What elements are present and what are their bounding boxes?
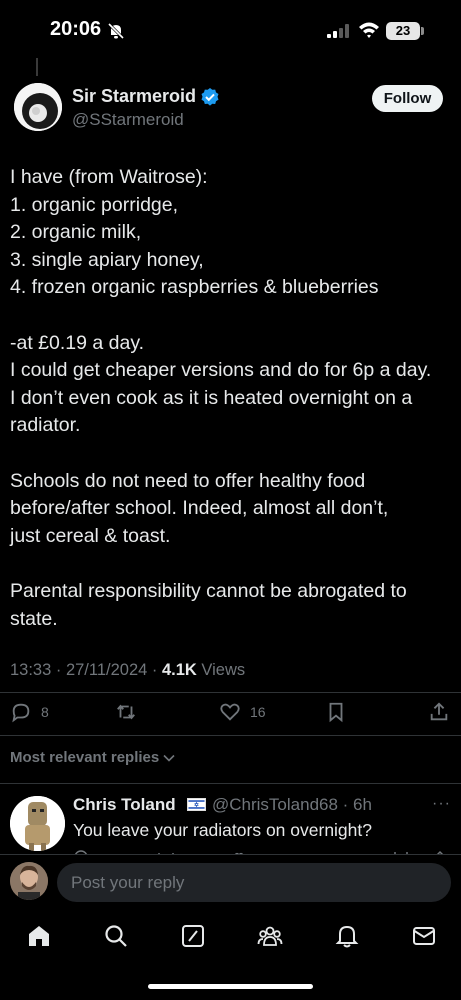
avatar-image bbox=[14, 83, 62, 131]
messages-icon[interactable] bbox=[411, 923, 437, 949]
tweet-line: Parental responsibility cannot be abroga… bbox=[10, 579, 407, 602]
reply-avatar-image bbox=[10, 796, 65, 851]
reply-icon bbox=[12, 703, 30, 723]
bookmark-action-button[interactable] bbox=[325, 700, 347, 724]
tweet-line: 3. single apiary honey, bbox=[10, 248, 204, 271]
status-bar: 20:06 23 bbox=[0, 0, 461, 60]
tweet-line: I don’t even cook as it is heated overni… bbox=[10, 386, 413, 409]
my-avatar-image bbox=[10, 862, 48, 900]
communities-icon[interactable] bbox=[257, 923, 283, 949]
tweet-line: I could get cheaper versions and do for … bbox=[10, 359, 432, 382]
tweet-line: before/after school. Indeed, almost all … bbox=[10, 497, 389, 520]
divider bbox=[0, 735, 461, 736]
tweet-line: state. bbox=[10, 607, 58, 630]
tweet-line bbox=[10, 302, 455, 330]
my-avatar[interactable] bbox=[10, 862, 48, 900]
heart-icon bbox=[220, 703, 240, 721]
tweet-line: 1. organic porridge, bbox=[10, 193, 179, 216]
replies-sort-label: Most relevant replies bbox=[10, 749, 160, 766]
like-count: 16 bbox=[250, 704, 266, 720]
tweet-line bbox=[10, 440, 455, 468]
author-handle[interactable]: @SStarmeroid bbox=[72, 110, 184, 130]
chevron-down-icon bbox=[163, 754, 175, 762]
verified-badge-icon[interactable] bbox=[200, 87, 220, 107]
signal-icon bbox=[327, 24, 349, 38]
tweet-meta: 13:33 · 27/11/2024 · 4.1K Views bbox=[10, 661, 245, 680]
thread-connector bbox=[36, 58, 38, 76]
repost-action-button[interactable] bbox=[115, 700, 146, 724]
tweet-line: just cereal & toast. bbox=[10, 524, 171, 547]
repost-icon bbox=[117, 704, 135, 720]
more-options-icon[interactable]: ··· bbox=[432, 795, 451, 813]
tweet-line: Schools do not need to offer healthy foo… bbox=[10, 469, 366, 492]
reply-author-name[interactable]: Chris Toland bbox=[73, 795, 176, 815]
tweet-line: -at £0.19 a day. bbox=[10, 331, 145, 354]
author-avatar[interactable] bbox=[14, 83, 62, 131]
divider bbox=[0, 783, 461, 784]
follow-button[interactable]: Follow bbox=[372, 85, 443, 112]
home-icon[interactable] bbox=[26, 923, 52, 949]
tweet-text: I have (from Waitrose): 1. organic porri… bbox=[10, 164, 455, 633]
status-time: 20:06 bbox=[50, 18, 102, 40]
wifi-icon bbox=[359, 22, 379, 38]
search-icon[interactable] bbox=[103, 923, 129, 949]
share-icon bbox=[430, 702, 448, 721]
grok-icon[interactable] bbox=[180, 923, 206, 949]
tweet-line bbox=[10, 550, 455, 578]
divider bbox=[0, 854, 461, 855]
battery-icon: 23 bbox=[386, 22, 420, 40]
battery-nub bbox=[421, 27, 424, 35]
tweet-timestamp: 13:33 · 27/11/2024 · bbox=[10, 661, 162, 679]
divider bbox=[0, 692, 461, 693]
replies-sort-dropdown[interactable]: Most relevant replies bbox=[10, 749, 176, 766]
views-count[interactable]: 4.1K bbox=[162, 661, 197, 679]
tweet-line: 4. frozen organic raspberries & blueberr… bbox=[10, 276, 379, 299]
like-action-button[interactable]: 16 bbox=[219, 700, 266, 724]
share-action-button[interactable] bbox=[428, 700, 450, 724]
tweet-line: 2. organic milk, bbox=[10, 221, 142, 244]
reply-text: You leave your radiators on overnight? bbox=[73, 820, 372, 840]
reply-input[interactable]: Post your reply bbox=[57, 863, 451, 902]
reply-avatar[interactable] bbox=[10, 796, 65, 851]
reply-author-handle[interactable]: @ChrisToland68 · 6h bbox=[212, 795, 372, 815]
reply-action-button[interactable]: 8 bbox=[10, 700, 49, 724]
views-label: Views bbox=[196, 661, 246, 679]
bell-off-icon bbox=[107, 22, 125, 40]
israel-flag-icon bbox=[187, 798, 206, 811]
tweet-line: I have (from Waitrose): bbox=[10, 166, 208, 188]
notifications-icon[interactable] bbox=[334, 923, 360, 949]
home-indicator[interactable] bbox=[148, 984, 313, 989]
bookmark-icon bbox=[329, 702, 343, 723]
tweet-line: radiator. bbox=[10, 414, 81, 437]
reply-count: 8 bbox=[41, 704, 49, 720]
author-name[interactable]: Sir Starmeroid bbox=[72, 86, 196, 107]
